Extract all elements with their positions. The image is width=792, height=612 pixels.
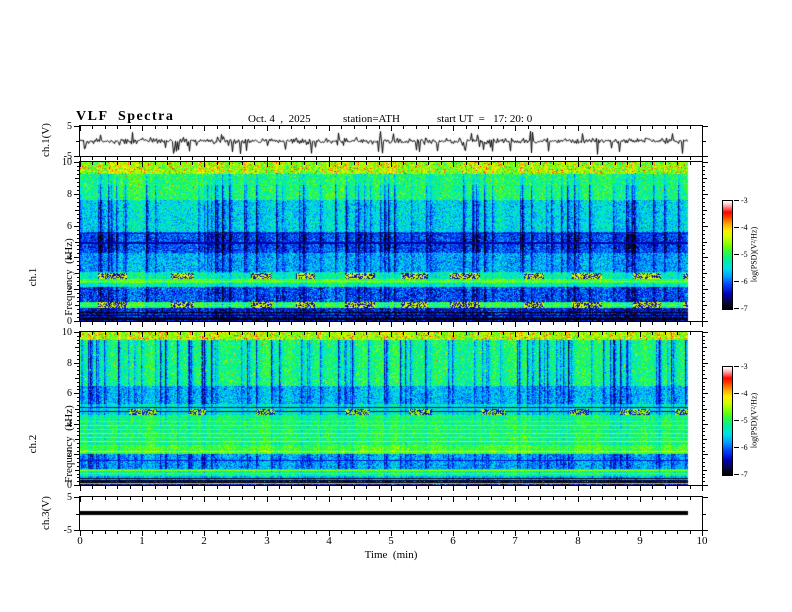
colorbar-tick-label: -6	[741, 443, 748, 452]
colorbar-tick-label: -7	[741, 470, 748, 479]
colorbar-tick-label: -7	[741, 304, 748, 313]
x-tick-label: 4	[326, 535, 332, 547]
ch2-spectrogram-panel	[79, 331, 703, 486]
y-tick-label: 8	[67, 189, 72, 200]
colorbar-ch2-gradient	[723, 367, 732, 475]
y-tick-label: 4	[67, 419, 72, 430]
y-tick-label: 5	[67, 121, 72, 132]
ch1-spectrogram-canvas	[80, 162, 702, 321]
ch2-spectrogram-ylabel-channel: ch.2	[27, 434, 39, 454]
colorbar-tick-label: -5	[741, 416, 748, 425]
x-tick-label: 3	[264, 535, 270, 547]
x-tick-label: 5	[388, 535, 394, 547]
x-tick-label: 7	[512, 535, 518, 547]
colorbar-tick-label: -4	[741, 389, 748, 398]
plot-title: VLF Spectra	[76, 109, 175, 124]
colorbar-ch2	[722, 366, 733, 476]
y-tick-label: 8	[67, 358, 72, 369]
colorbar-tick	[734, 254, 739, 255]
colorbar-tick-label: -5	[741, 250, 748, 259]
colorbar-tick	[734, 420, 739, 421]
colorbar-tick-label: -3	[741, 362, 748, 371]
x-tick-label: 0	[77, 535, 83, 547]
x-tick-label: 10	[696, 535, 708, 547]
colorbar-ch1	[722, 200, 733, 310]
y-tick-label: 4	[67, 252, 72, 263]
y-tick-label: 2	[67, 284, 72, 295]
colorbar-tick	[734, 281, 739, 282]
colorbar-tick	[734, 308, 739, 309]
plot-start-ut: start UT = 17: 20: 0	[437, 113, 533, 125]
y-tick-label: 6	[67, 388, 72, 399]
x-tick-label: 8	[575, 535, 581, 547]
colorbar-tick-label: -4	[741, 223, 748, 232]
colorbar-tick	[734, 227, 739, 228]
colorbar-tick	[734, 366, 739, 367]
y-tick-label: 5	[67, 492, 72, 503]
ch1-spectrogram-panel	[79, 161, 703, 322]
ch3-waveform-canvas	[80, 497, 702, 530]
ch3-waveform-panel	[79, 496, 703, 531]
vlf-spectra-figure: VLF Spectra Oct. 4 , 2025 station=ATH st…	[0, 0, 792, 612]
x-tick-label: 6	[450, 535, 456, 547]
ch1-waveform-panel	[79, 125, 703, 157]
colorbar-ch2-label: log(PSD)(V²/Hz)	[749, 392, 759, 449]
x-tick-label: 1	[139, 535, 145, 547]
y-tick-label: 10	[62, 157, 72, 168]
colorbar-ch1-gradient	[723, 201, 732, 309]
x-tick-label: 2	[201, 535, 207, 547]
colorbar-ch1-label: log(PSD)(V²/Hz)	[749, 226, 759, 283]
plot-station: station=ATH	[343, 113, 400, 125]
y-tick-label: 6	[67, 221, 72, 232]
colorbar-tick	[734, 393, 739, 394]
y-tick-label: 0	[67, 316, 72, 327]
ch1-waveform-canvas	[80, 126, 702, 156]
y-tick-label: 10	[62, 327, 72, 338]
x-tick-label: 9	[637, 535, 643, 547]
ch3-waveform-ylabel: ch.3(V)	[40, 496, 52, 530]
colorbar-tick	[734, 474, 739, 475]
x-axis-title: Time (min)	[364, 549, 418, 561]
ch1-spectrogram-ylabel: ch.1 Frequency (kHz)	[3, 222, 99, 332]
colorbar-tick	[734, 200, 739, 201]
colorbar-tick	[734, 447, 739, 448]
ch2-spectrogram-canvas	[80, 332, 702, 485]
y-tick-label: 0	[67, 480, 72, 491]
plot-date: Oct. 4 , 2025	[248, 113, 311, 125]
colorbar-tick-label: -3	[741, 196, 748, 205]
colorbar-tick-label: -6	[741, 277, 748, 286]
y-tick-label: 2	[67, 449, 72, 460]
ch1-waveform-ylabel: ch.1(V)	[40, 123, 52, 157]
ch1-spectrogram-ylabel-channel: ch.1	[27, 267, 39, 287]
